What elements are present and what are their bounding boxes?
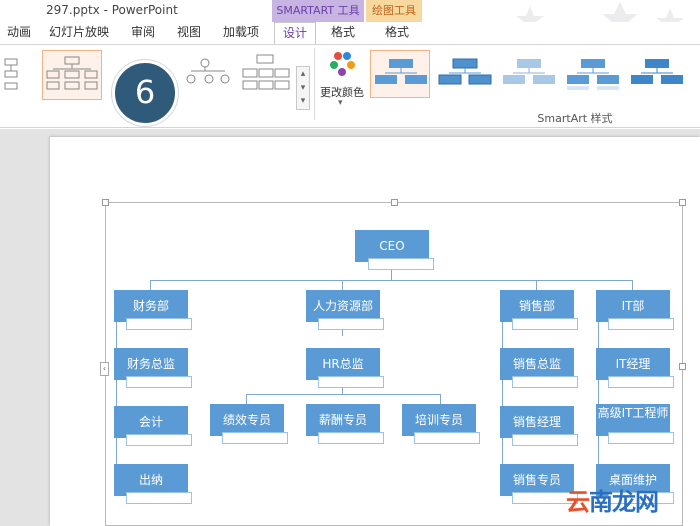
org-node-subtext[interactable] bbox=[222, 432, 288, 444]
org-chart-layout-icon bbox=[46, 56, 98, 90]
style-thumb-2[interactable] bbox=[434, 50, 494, 98]
window-title: 297.pptx - PowerPoint bbox=[46, 3, 178, 17]
connector bbox=[150, 280, 633, 281]
ribbon-separator bbox=[314, 48, 315, 120]
smartart-style-icon bbox=[631, 59, 683, 84]
step-number-badge: 6 bbox=[112, 60, 178, 126]
org-node-subtext[interactable] bbox=[512, 318, 578, 330]
org-node-subtext[interactable] bbox=[126, 318, 192, 330]
chevron-down-icon[interactable]: ▾ bbox=[338, 98, 343, 108]
site-watermark: 云南龙网 bbox=[566, 482, 659, 517]
chevron-up-icon[interactable]: ▴ bbox=[297, 67, 309, 81]
box-hierarchy-layout-icon bbox=[242, 54, 290, 90]
layout-thumb-selected[interactable] bbox=[42, 50, 102, 100]
circle-hierarchy-layout-icon bbox=[186, 58, 230, 84]
org-node-subtext[interactable] bbox=[318, 432, 384, 444]
connector bbox=[440, 394, 441, 404]
org-node-subtext[interactable] bbox=[608, 318, 674, 330]
org-node-subtext[interactable] bbox=[126, 376, 192, 388]
org-node-subtext[interactable] bbox=[512, 434, 578, 446]
tab-addins[interactable]: 加载项 bbox=[220, 22, 262, 44]
org-node-subtext[interactable] bbox=[368, 258, 434, 270]
org-node-subtext[interactable] bbox=[608, 376, 674, 388]
connector bbox=[150, 280, 151, 290]
style-thumb-5[interactable] bbox=[626, 50, 686, 98]
ribbon-tabs: 动画 幻灯片放映 审阅 视图 加载项 设计 格式 格式 bbox=[0, 22, 700, 44]
smartart-style-icon bbox=[375, 59, 427, 84]
org-node-subtext[interactable] bbox=[318, 318, 384, 330]
resize-handle[interactable] bbox=[102, 199, 109, 206]
resize-handle[interactable] bbox=[391, 199, 398, 206]
smartart-style-icon bbox=[503, 59, 555, 84]
layout-thumb-circles[interactable] bbox=[178, 50, 238, 100]
org-node-subtext[interactable] bbox=[608, 432, 674, 444]
tab-review[interactable]: 审阅 bbox=[128, 22, 158, 44]
hierarchy-layout-icon bbox=[4, 58, 18, 90]
text-pane-toggle[interactable]: ‹ bbox=[100, 362, 109, 376]
more-icon[interactable]: ▾ bbox=[297, 95, 309, 109]
tab-slideshow[interactable]: 幻灯片放映 bbox=[46, 22, 112, 44]
org-node-subtext[interactable] bbox=[126, 492, 192, 504]
smartart-style-icon bbox=[438, 58, 492, 85]
layout-thumb-boxes[interactable] bbox=[236, 50, 296, 100]
tab-view[interactable]: 视图 bbox=[174, 22, 204, 44]
drawing-tools-header: 绘图工具 bbox=[366, 0, 422, 22]
smartart-tools-header: SMARTART 工具 bbox=[272, 0, 364, 22]
connector bbox=[598, 320, 599, 480]
connector bbox=[246, 394, 440, 395]
style-thumb-4[interactable] bbox=[562, 50, 622, 98]
connector bbox=[246, 394, 247, 404]
layout-gallery-scroll[interactable]: ▴ ▾ ▾ bbox=[296, 66, 310, 110]
org-node-subtext[interactable] bbox=[414, 432, 480, 444]
tab-animations[interactable]: 动画 bbox=[6, 22, 32, 44]
org-node-subtext[interactable] bbox=[126, 434, 192, 446]
smartart-styles-group-label: SmartArt 样式 bbox=[537, 112, 613, 125]
watermark-rest: 南龙网 bbox=[589, 488, 659, 516]
layout-thumb-1[interactable] bbox=[0, 50, 40, 100]
chevron-down-icon[interactable]: ▾ bbox=[297, 81, 309, 95]
connector bbox=[116, 320, 117, 480]
tab-smartart-format[interactable]: 格式 bbox=[324, 22, 362, 44]
connector bbox=[342, 280, 343, 290]
connector bbox=[536, 280, 537, 290]
style-thumb-simple[interactable] bbox=[370, 50, 430, 98]
resize-handle[interactable] bbox=[679, 363, 686, 370]
watermark-first-char: 云 bbox=[566, 488, 590, 516]
palette-icon bbox=[330, 52, 355, 76]
org-node-subtext[interactable] bbox=[318, 376, 384, 388]
smartart-style-icon bbox=[567, 59, 619, 90]
resize-handle[interactable] bbox=[679, 199, 686, 206]
connector bbox=[632, 280, 633, 290]
connector bbox=[502, 320, 503, 480]
org-node-subtext[interactable] bbox=[512, 376, 578, 388]
tab-drawing-format[interactable]: 格式 bbox=[378, 22, 416, 44]
tab-design[interactable]: 设计 bbox=[274, 22, 316, 44]
style-thumb-3[interactable] bbox=[498, 50, 558, 98]
